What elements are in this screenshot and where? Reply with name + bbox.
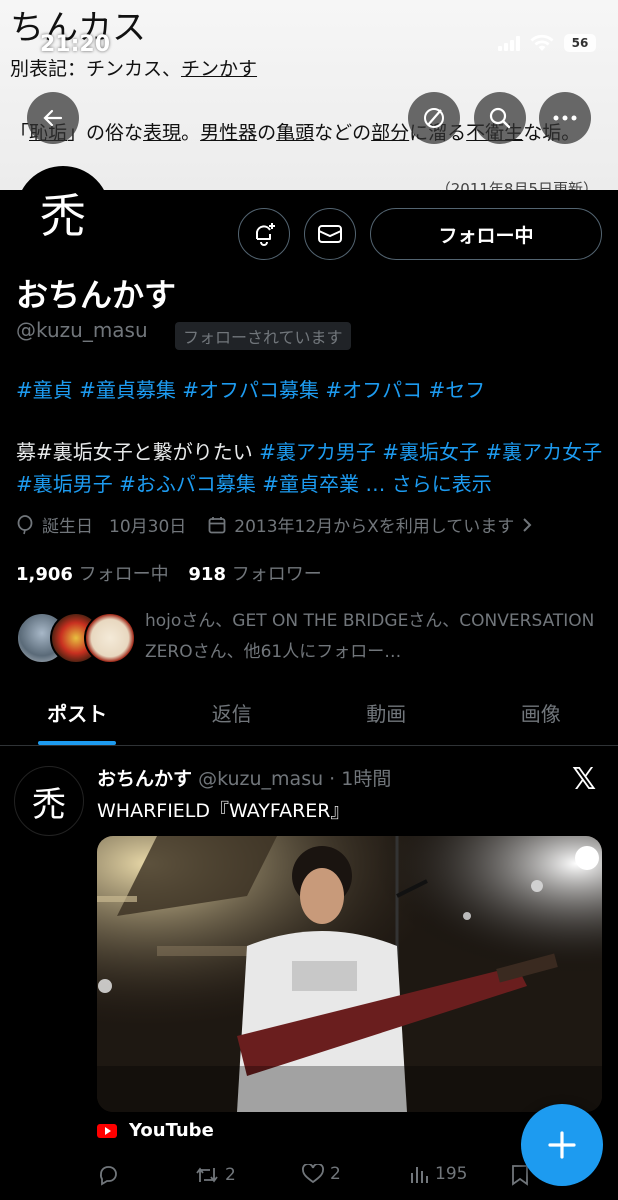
status-indicators: 56 <box>498 34 596 52</box>
back-button[interactable] <box>27 92 79 144</box>
view-count: 195 <box>435 1164 468 1184</box>
post-handle-time: @kuzu_masu · 1時間 <box>198 768 392 790</box>
grok-button[interactable] <box>408 92 460 144</box>
birthday-value: 10月30日 <box>109 517 187 537</box>
compose-post-button[interactable] <box>521 1104 603 1186</box>
notifications-button[interactable] <box>238 208 290 260</box>
tab-images[interactable]: 画像 <box>464 680 618 745</box>
search-icon <box>489 107 511 129</box>
mutual-followers-avatars[interactable] <box>16 612 136 664</box>
bookmark-button[interactable] <box>511 1164 529 1186</box>
views-button[interactable]: 195 <box>409 1164 467 1184</box>
back-arrow-icon <box>43 109 63 127</box>
bio-plain: 募#裏垢女子と繋がりたい <box>16 440 260 464</box>
banner-alt: 別表記：チンカス、チンかす <box>10 58 258 80</box>
following-link[interactable]: 1,906 フォロー中 <box>16 564 169 585</box>
post-avatar[interactable]: 禿 <box>14 766 84 836</box>
follow-counts: 1,906 フォロー中 918 フォロワー <box>16 560 322 586</box>
status-time: 21:20 <box>40 32 111 57</box>
youtube-icon <box>97 1123 117 1138</box>
bio-text: 募#裏垢女子と繋がりたい #裏アカ男子 #裏垢女子 #裏アカ女子 #裏垢男子 #… <box>16 436 606 500</box>
link-source[interactable]: YouTube <box>97 1120 214 1141</box>
display-name: おちんかす <box>16 276 177 314</box>
banner-date: （2011年8月5日更新） <box>435 180 598 190</box>
profile-tabs: ポスト 返信 動画 画像 <box>0 680 618 746</box>
like-button[interactable]: 2 <box>302 1164 341 1184</box>
header-banner: ちんカス 別表記：チンカス、チンかす 「恥垢」の俗な表現。男性器の亀頭などの部分… <box>0 0 618 190</box>
envelope-icon <box>318 225 342 243</box>
reply-icon <box>99 1166 117 1186</box>
x-logo-icon: 𝕏 <box>572 762 597 797</box>
birthday-label: 誕生日 <box>42 517 93 537</box>
mutual-avatar-3 <box>84 612 136 664</box>
battery-icon: 56 <box>564 34 596 52</box>
joined-date: 2013年12月からXを利用しています <box>234 517 515 537</box>
followers-link[interactable]: 918 フォロワー <box>188 564 321 585</box>
tab-posts[interactable]: ポスト <box>0 680 155 745</box>
message-button[interactable] <box>304 208 356 260</box>
bio-hashtags-line[interactable]: #童貞 #童貞募集 #オフパコ募集 #オフパコ #セフ <box>16 374 485 403</box>
post-header: おちんかす @kuzu_masu · 1時間 <box>97 764 391 791</box>
tab-replies[interactable]: 返信 <box>155 680 310 745</box>
profile-meta: 誕生日 10月30日 2013年12月からXを利用しています <box>16 512 532 537</box>
tab-videos[interactable]: 動画 <box>309 680 464 745</box>
retweet-icon <box>196 1167 218 1183</box>
heart-icon <box>302 1164 324 1184</box>
reply-button[interactable] <box>97 1164 119 1186</box>
plus-icon <box>548 1131 576 1159</box>
bookmark-icon <box>512 1165 528 1186</box>
post-author-name[interactable]: おちんかす <box>97 768 192 790</box>
analytics-icon <box>411 1167 428 1183</box>
retweet-count: 2 <box>225 1165 236 1185</box>
follows-you-badge: フォローされています <box>175 322 351 350</box>
following-button[interactable]: フォロー中 <box>370 208 602 260</box>
concert-photo <box>97 836 602 1112</box>
followed-by-text[interactable]: hojoさん、GET ON THE BRIDGEさん、CONVERSATION … <box>145 606 605 668</box>
show-more-link[interactable]: さらに表示 <box>392 472 492 496</box>
calendar-icon <box>208 516 226 533</box>
post-text: WHARFIELD『WAYFARER』 <box>97 800 350 822</box>
source-label: YouTube <box>129 1120 214 1141</box>
post-media[interactable] <box>97 836 602 1112</box>
chevron-right-icon[interactable] <box>522 517 532 533</box>
user-handle: @kuzu_masu <box>16 318 148 342</box>
profile-avatar[interactable]: 禿 <box>16 166 110 260</box>
like-count: 2 <box>330 1164 341 1184</box>
bell-plus-icon <box>256 223 275 246</box>
balloon-icon <box>17 514 33 534</box>
more-button[interactable] <box>539 92 591 144</box>
signal-icon <box>498 35 520 51</box>
grok-icon <box>424 108 444 128</box>
more-icon <box>553 115 577 121</box>
retweet-button[interactable]: 2 <box>195 1164 236 1186</box>
wifi-icon <box>530 34 554 51</box>
search-button[interactable] <box>474 92 526 144</box>
